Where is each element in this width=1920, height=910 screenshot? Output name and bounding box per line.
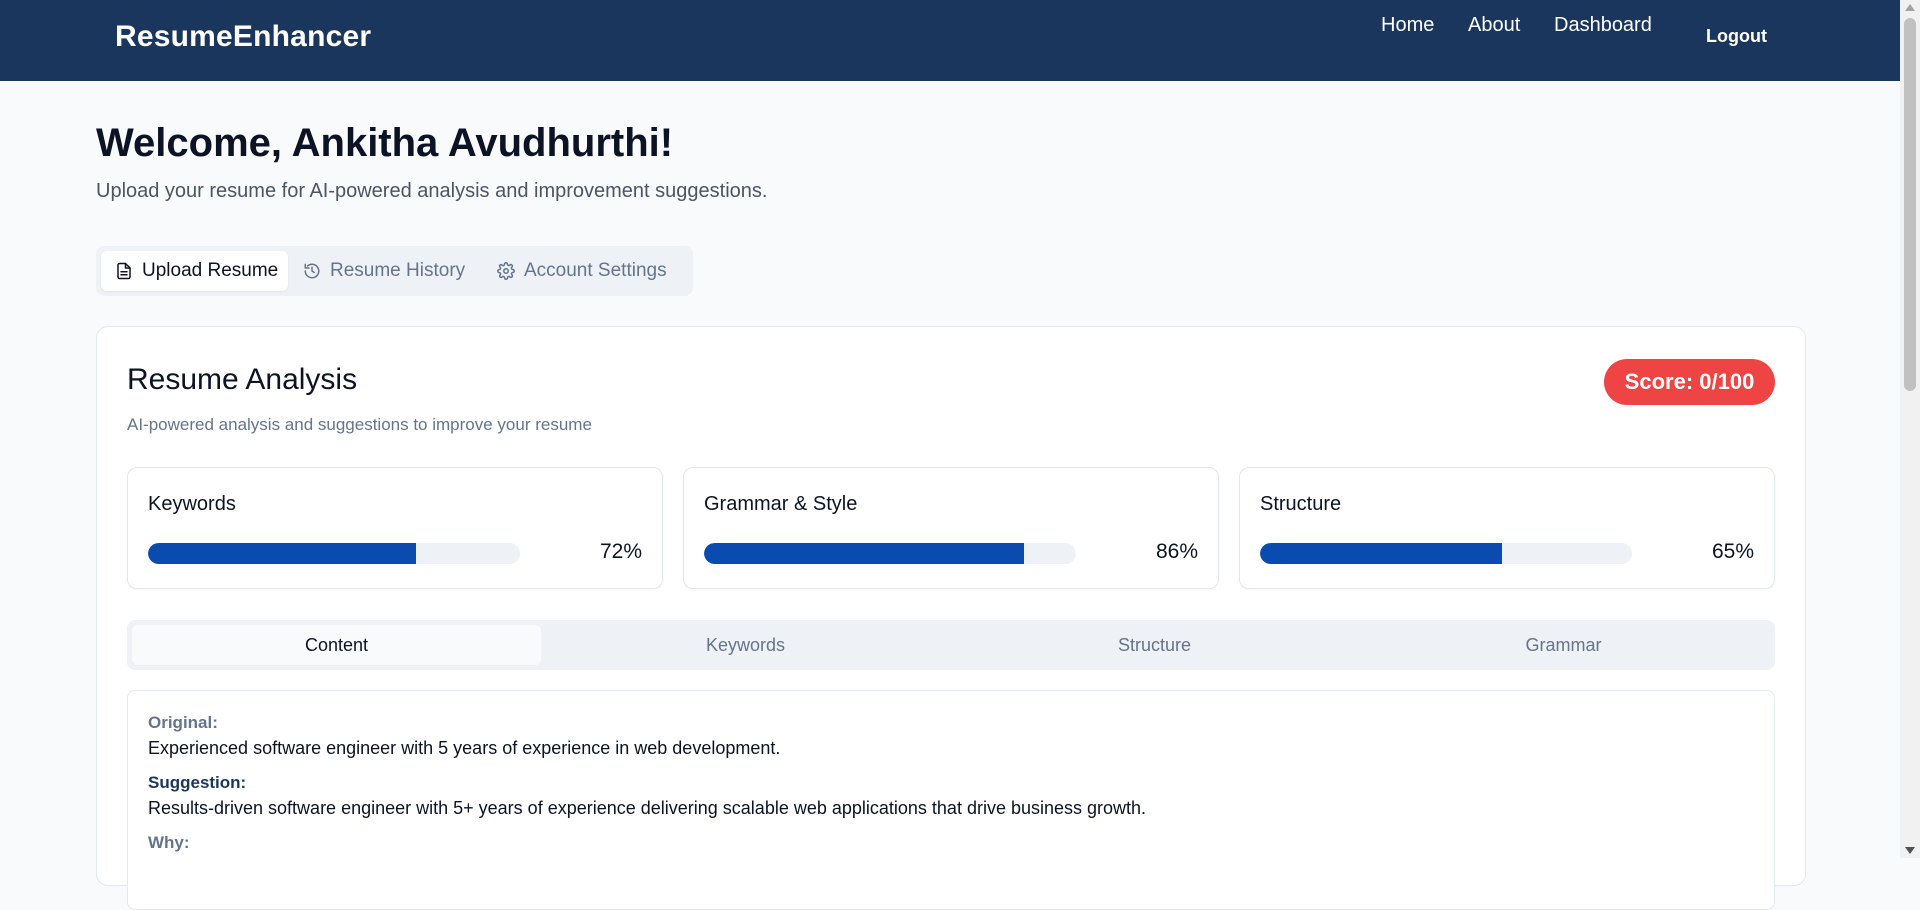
suggestion-box: Original: Experienced software engineer … [127, 690, 1775, 910]
progress-fill [148, 543, 416, 564]
progress-bar [1260, 543, 1632, 564]
suggestion-text: Results-driven software engineer with 5+… [148, 798, 1147, 818]
suggestion-label: Suggestion: [148, 773, 247, 792]
tab-account-settings[interactable]: Account Settings [497, 251, 667, 291]
scroll-up-arrow-icon[interactable] [1905, 4, 1915, 11]
metric-value: 65% [1711, 540, 1754, 563]
progress-bar [148, 543, 520, 564]
subtab-grammar[interactable]: Grammar [1359, 625, 1768, 665]
analysis-subtab-bar: Content Keywords Structure Grammar [127, 620, 1775, 670]
metric-card-structure: Structure 65% [1239, 467, 1775, 589]
subtab-content[interactable]: Content [132, 625, 541, 665]
why-label: Why: [148, 833, 190, 852]
metric-card-keywords: Keywords 72% [127, 467, 663, 589]
tab-label: Account Settings [524, 260, 667, 281]
metric-card-grammar-style: Grammar & Style 86% [683, 467, 1219, 589]
metric-label: Keywords [148, 493, 236, 515]
score-badge: Score: 0/100 [1604, 359, 1775, 405]
document-icon [117, 262, 131, 280]
scrollbar-thumb[interactable] [1904, 18, 1916, 391]
metric-value: 86% [1155, 540, 1198, 563]
progress-fill [704, 543, 1024, 564]
progress-fill [1260, 543, 1502, 564]
main-tab-bar: Upload Resume Resume History Account Set… [96, 246, 693, 296]
metric-value: 72% [599, 540, 642, 563]
gear-icon [497, 262, 515, 280]
subtab-keywords[interactable]: Keywords [541, 625, 950, 665]
metric-label: Structure [1260, 493, 1342, 515]
tab-upload-resume[interactable]: Upload Resume [101, 251, 288, 291]
tab-label: Resume History [330, 260, 466, 281]
history-icon [304, 263, 320, 279]
nav-link-about[interactable]: About [1468, 14, 1520, 37]
analysis-subtitle: AI-powered analysis and suggestions to i… [127, 415, 592, 434]
top-navbar: ResumeEnhancer Home About Dashboard Logo… [0, 0, 1900, 81]
resume-analysis-card: Resume Analysis AI-powered analysis and … [96, 326, 1806, 910]
page-scrollbar[interactable] [1900, 0, 1920, 858]
nav-link-home[interactable]: Home [1381, 14, 1434, 37]
metric-label: Grammar & Style [704, 493, 858, 515]
analysis-title: Resume Analysis [127, 363, 358, 396]
tab-label: Upload Resume [142, 260, 279, 281]
nav-link-dashboard[interactable]: Dashboard [1554, 14, 1652, 37]
logout-button[interactable]: Logout [1706, 26, 1767, 47]
page-subtitle: Upload your resume for AI-powered analys… [96, 180, 768, 202]
original-text: Experienced software engineer with 5 yea… [148, 738, 781, 758]
brand-logo[interactable]: ResumeEnhancer [115, 20, 371, 54]
progress-bar [704, 543, 1076, 564]
original-label: Original: [148, 713, 218, 732]
page-title: Welcome, Ankitha Avudhurthi! [96, 121, 674, 165]
tab-resume-history[interactable]: Resume History [303, 251, 465, 291]
scroll-down-arrow-icon[interactable] [1905, 847, 1915, 854]
subtab-structure[interactable]: Structure [950, 625, 1359, 665]
